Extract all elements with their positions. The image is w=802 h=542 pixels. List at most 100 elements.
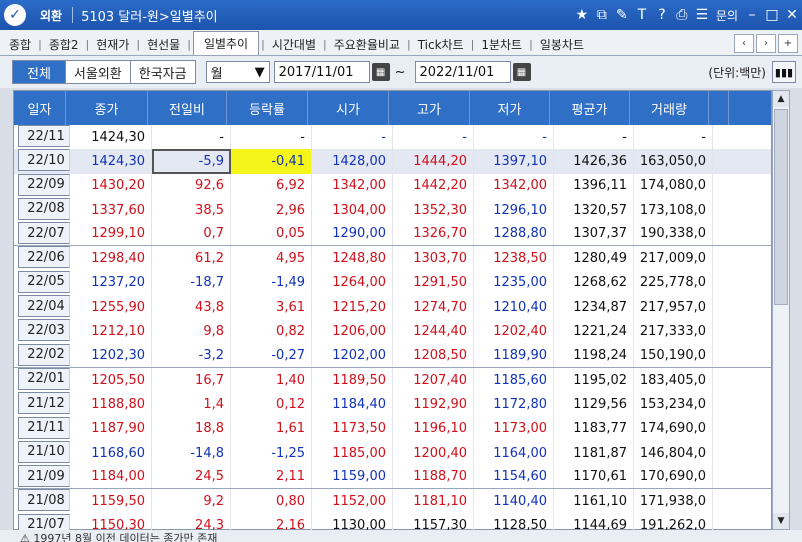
table-row[interactable]: 21/10 1168,60 -14,8 -1,25 1185,00 1200,40 1164… [14,440,771,466]
filter-korea-money-button[interactable]: 한국자금 [130,61,195,83]
cell-date: 22/10 [18,149,70,172]
cell-high: 1274,70 [393,295,474,320]
tab-2[interactable]: 종합2 [44,33,84,55]
cell-date: 21/11 [18,416,70,439]
footer-note: ⚠ 1997년 8월 이전 데이터는 종가만 존재 [0,530,802,542]
vertical-scrollbar[interactable]: ▲ ▼ [772,90,790,530]
tab-10[interactable]: 일봉차트 [535,33,589,55]
title-divider [72,7,74,23]
cell-open: 1264,00 [312,270,393,296]
scroll-thumb[interactable] [774,109,788,305]
scroll-up-icon[interactable]: ▲ [773,91,789,107]
cell-rate: 0,12 [231,392,312,417]
table-row[interactable]: 22/06 1298,40 61,2 4,95 1248,80 1303,70 1238,5… [14,246,771,271]
close-icon[interactable]: ✕ [782,7,802,23]
app-logo-icon: ✓ [4,4,26,26]
star-icon[interactable]: ★ [572,7,592,23]
inquiry-link[interactable]: 문의 [716,7,738,24]
column-header[interactable]: 거래량 [630,91,709,125]
cell-high: 1291,50 [393,270,474,296]
cell-low: 1397,10 [474,149,554,174]
table-row[interactable]: 22/08 1337,60 38,5 2,96 1304,00 1352,30 1296,1… [14,197,771,223]
tab-separator: | [38,37,42,51]
end-date-input[interactable]: 2022/11/01 [414,61,511,83]
row-filler [713,319,733,343]
cell-avg: 1170,61 [554,465,634,489]
cell-volume: 171,938,0 [634,489,713,514]
chart-toggle-icon[interactable]: ▮▮▮ [772,61,796,83]
calendar-icon[interactable]: ▦ [371,63,390,81]
print-icon[interactable]: ⎙ [672,7,692,23]
tab-3[interactable]: 현재가 [91,33,134,55]
cell-close: 1424,30 [70,125,152,150]
cell-low: 1238,50 [474,246,554,271]
help-icon[interactable]: ? [652,7,672,23]
tab-8[interactable]: Tick차트 [413,33,469,55]
row-filler [713,295,733,319]
column-header[interactable]: 등락률 [227,91,308,125]
minimize-icon[interactable]: – [742,7,762,23]
tab-add-icon[interactable]: + [778,34,798,53]
column-header[interactable]: 저가 [470,91,550,125]
cell-rate: -1,49 [231,270,312,296]
settings-icon[interactable]: ✎ [612,7,632,23]
table-row[interactable]: 21/08 1159,50 9,2 0,80 1152,00 1181,10 1140,40… [14,489,771,514]
cell-volume: 174,690,0 [634,416,713,441]
table-row[interactable]: 21/12 1188,80 1,4 0,12 1184,40 1192,90 1172,80… [14,392,771,417]
tab-9[interactable]: 1분차트 [476,33,527,55]
tab-6[interactable]: 시간대별 [267,33,321,55]
tab-prev-icon[interactable]: ‹ [734,34,754,53]
tab-4[interactable]: 현선물 [142,33,185,55]
column-header[interactable]: 고가 [389,91,470,125]
font-icon[interactable]: T [632,7,652,23]
tab-5[interactable]: 일별추이 [192,31,260,55]
cell-rate: 2,11 [231,465,312,489]
cell-open: 1428,00 [312,149,393,174]
app-name: 외환 [40,8,63,23]
scroll-down-icon[interactable]: ▼ [773,513,789,529]
table-row[interactable]: 22/04 1255,90 43,8 3,61 1215,20 1274,70 1210,4… [14,295,771,320]
cell-volume: 163,050,0 [634,149,713,174]
table-row[interactable]: 21/09 1184,00 24,5 2,11 1159,00 1188,70 1154,6… [14,465,771,490]
tab-7[interactable]: 주요환율비교 [329,33,405,55]
filter-seoul-button[interactable]: 서울외환 [65,61,131,83]
table-row[interactable]: 22/03 1212,10 9,8 0,82 1206,00 1244,40 1202,40… [14,319,771,344]
tab-separator: | [85,37,90,51]
column-header[interactable]: 일자 [14,91,66,125]
table-row[interactable]: 22/09 1430,20 92,6 6,92 1342,00 1442,20 1342,0… [14,173,771,198]
calendar-icon[interactable]: ▦ [512,63,531,81]
cell-open: 1304,00 [312,197,393,223]
period-select[interactable]: 월 ▼ [205,61,270,83]
cell-date: 22/11 [18,125,70,147]
link-window-icon[interactable]: ⧉ [592,7,612,23]
cell-avg: 1183,77 [554,416,634,441]
cell-rate: 1,61 [231,416,312,441]
table-row[interactable]: 22/01 1205,50 16,7 1,40 1189,50 1207,40 1185,6… [14,367,771,393]
table-row[interactable]: 22/10 1424,30 -5,9 -0,41 1428,00 1444,20 1397,… [14,149,771,174]
cell-avg: 1195,02 [554,367,634,393]
tab-separator: | [529,37,533,51]
start-date-input[interactable]: 2017/11/01 [273,61,370,83]
table-row[interactable]: 21/11 1187,90 18,8 1,61 1173,50 1196,10 1173,0… [14,416,771,441]
table-row[interactable]: 22/02 1202,30 -3,2 -0,27 1202,00 1208,50 1189,… [14,343,771,368]
row-filler [713,344,733,367]
tab-1[interactable]: 종합 [4,33,36,55]
list-icon[interactable]: ☰ [692,7,712,23]
filter-all-button[interactable]: 전체 [13,61,66,83]
column-header[interactable]: 전일비 [148,91,227,125]
maximize-icon[interactable]: □ [762,7,782,23]
column-header[interactable]: 시가 [308,91,389,125]
tab-next-icon[interactable]: › [756,34,776,53]
cell-date: 21/08 [18,489,70,512]
column-header[interactable]: 종가 [66,91,148,125]
cell-low: 1140,40 [474,489,554,514]
column-header[interactable]: 평균가 [550,91,630,125]
table-row[interactable]: 22/07 1299,10 0,7 0,05 1290,00 1326,70 1288,80… [14,222,771,247]
table-row[interactable]: 22/05 1237,20 -18,7 -1,49 1264,00 1291,50 1235… [14,270,771,296]
title-actions: ★ ⧉ ✎ T ? ⎙ ☰ 문의 – □ ✕ [572,0,802,30]
table-row[interactable]: 22/11 1424,30- - - - - - - [14,125,771,150]
cell-avg: 1320,57 [554,197,634,223]
cell-volume: 150,190,0 [634,343,713,367]
cell-high: 1352,30 [393,197,474,223]
cell-date: 22/04 [18,295,70,318]
